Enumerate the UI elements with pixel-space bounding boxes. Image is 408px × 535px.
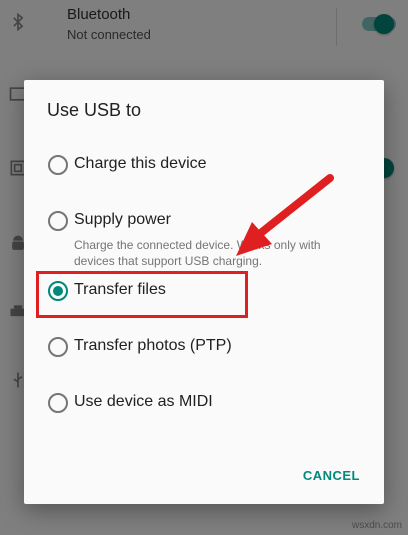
option-transfer-photos[interactable]: Transfer photos (PTP)	[48, 332, 368, 362]
option-label: Supply power	[74, 211, 171, 228]
radio-charge-this-device[interactable]	[48, 155, 68, 175]
option-supply-power[interactable]: Supply power	[48, 206, 368, 236]
radio-use-as-midi[interactable]	[48, 393, 68, 413]
watermark: wsxdn.com	[351, 520, 402, 531]
option-label: Charge this device	[74, 155, 207, 172]
option-use-as-midi[interactable]: Use device as MIDI	[48, 388, 368, 418]
radio-supply-power[interactable]	[48, 211, 68, 231]
dialog-title: Use USB to	[47, 100, 142, 120]
supply-power-description: Charge the connected device. Works only …	[74, 238, 321, 268]
cancel-button[interactable]: CANCEL	[303, 468, 360, 483]
radio-transfer-photos[interactable]	[48, 337, 68, 357]
option-label: Transfer photos (PTP)	[74, 337, 232, 354]
option-charge-this-device[interactable]: Charge this device	[48, 150, 368, 180]
option-label: Use device as MIDI	[74, 393, 213, 410]
highlight-box	[36, 271, 248, 318]
